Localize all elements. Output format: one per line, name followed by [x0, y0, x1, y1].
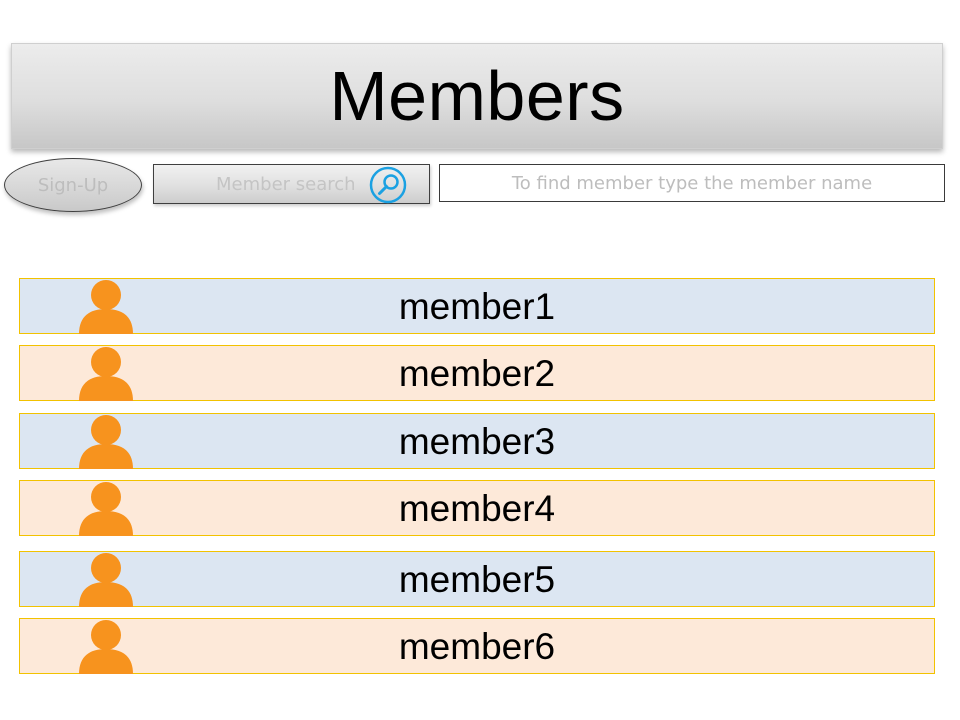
member-name: member1: [398, 286, 556, 327]
magnifier-icon[interactable]: [368, 165, 408, 205]
member-row-1[interactable]: member1: [19, 278, 935, 334]
members-page: Members Sign-Up Member search To find me…: [0, 0, 960, 720]
member-search-button-label: Member search: [216, 174, 356, 195]
member-search-button[interactable]: Member search: [153, 164, 430, 204]
member-search-field[interactable]: To find member type the member name: [439, 164, 945, 202]
member-name: member6: [398, 626, 556, 667]
member-name: member2: [398, 353, 556, 394]
member-name: member3: [398, 421, 556, 462]
member-search-placeholder: To find member type the member name: [511, 172, 873, 194]
member-row-5[interactable]: member5: [19, 551, 935, 607]
member-row-4[interactable]: member4: [19, 480, 935, 536]
member-name: member5: [398, 559, 556, 600]
page-title: Members: [329, 57, 625, 135]
member-row-3[interactable]: member3: [19, 413, 935, 469]
member-row-2[interactable]: member2: [19, 345, 935, 401]
signup-button[interactable]: Sign-Up: [4, 158, 142, 212]
member-row-6[interactable]: member6: [19, 618, 935, 674]
header-banner: Members: [11, 43, 943, 149]
signup-button-label: Sign-Up: [37, 174, 109, 196]
member-name: member4: [398, 488, 556, 529]
